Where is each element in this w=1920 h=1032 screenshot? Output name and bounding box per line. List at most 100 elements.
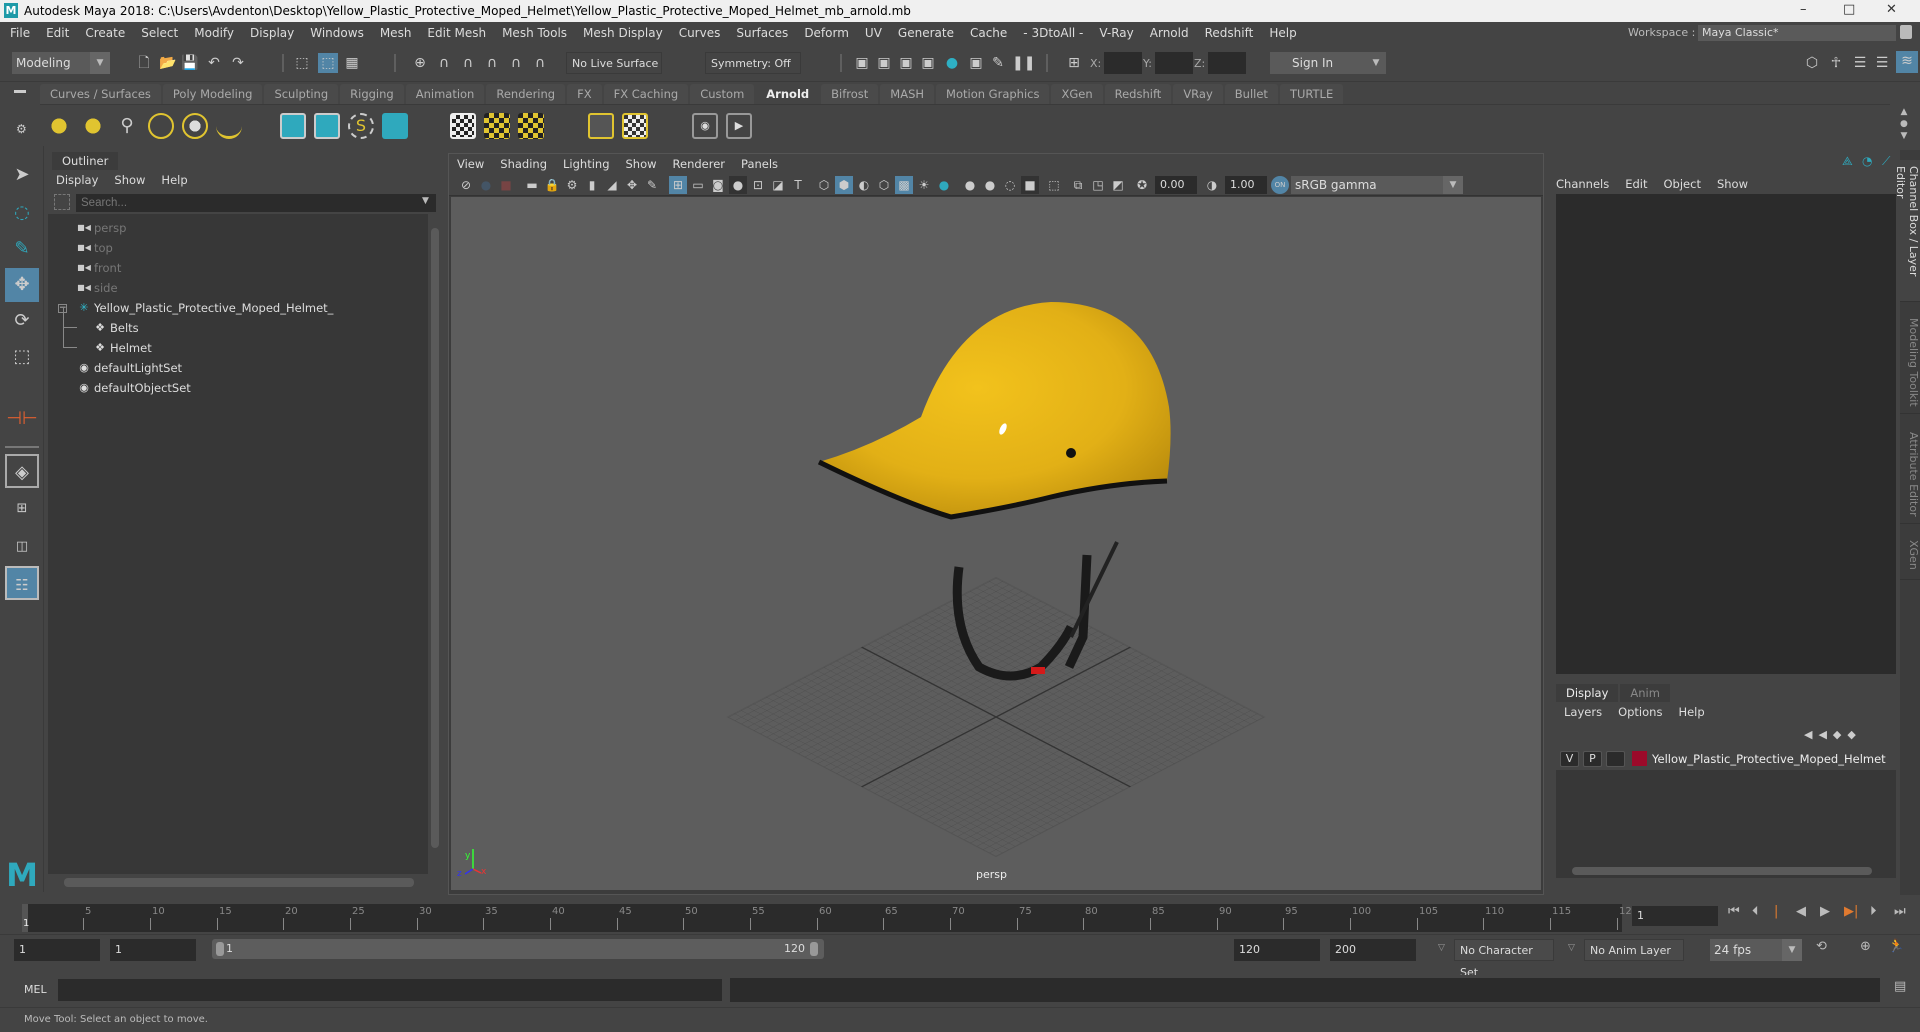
hypershade-icon[interactable]: ● [942,53,962,73]
open-scene-icon[interactable]: 📂 [158,53,178,73]
animation-end-field[interactable]: 200 [1330,939,1416,961]
redo-icon[interactable]: ↷ [228,53,248,73]
ipr-render-icon[interactable]: ▣ [896,53,916,73]
anim-layer-chevron-icon[interactable]: ▽ [1568,943,1575,953]
layer-tab-anim[interactable]: Anim [1620,684,1670,702]
gamma-field[interactable]: 1.00 [1225,176,1267,194]
render-view-arnold-icon[interactable] [450,113,476,139]
menu-help[interactable]: Help [1261,22,1304,44]
viewport-menu-lighting[interactable]: Lighting [555,154,617,174]
preview-icon[interactable]: ◉ [692,113,718,139]
workspace-select[interactable]: Maya Classic* [1698,25,1896,41]
menu-file[interactable]: File [2,22,38,44]
render-setup-icon[interactable]: ▣ [966,53,986,73]
menu-curves[interactable]: Curves [671,22,729,44]
shelf-tab-rigging[interactable]: Rigging [340,84,404,104]
xray-icon[interactable]: ⧉ [1069,176,1087,194]
viewport-menu-renderer[interactable]: Renderer [665,154,734,174]
character-set-select[interactable]: No Character Set [1454,939,1554,979]
outliner-menu-show[interactable]: Show [106,170,153,190]
attribute-editor-icon[interactable]: ☰ [1850,53,1870,73]
four-view-layout-icon[interactable]: ⊞ [5,492,39,526]
use-all-lights-icon[interactable]: ☀ [915,176,933,194]
flush-cache-icon[interactable] [518,113,544,139]
auto-key-icon[interactable]: ⊕ [1860,939,1871,954]
shelf-tab-turtle[interactable]: TURTLE [1279,84,1344,104]
shelf-menu-icon[interactable] [14,90,26,93]
standin-icon[interactable] [280,113,306,139]
tx-manager-icon[interactable] [484,113,510,139]
snap-curve-icon[interactable]: ∩ [434,53,454,73]
safe-action-icon[interactable]: ◪ [769,176,787,194]
layer-row[interactable]: V P Yellow_Plastic_Protective_Moped_Helm… [1556,748,1896,770]
shelf-tab-bifrost[interactable]: Bifrost [821,84,879,104]
outliner-item[interactable]: ■◀ persp [48,218,428,238]
film-gate-icon[interactable]: ▭ [689,176,707,194]
select-camera-icon[interactable]: ⊘ [457,176,475,194]
photometric-light-icon[interactable]: ⚲ [114,113,140,139]
menu-create[interactable]: Create [77,22,133,44]
outliner-horizontal-scrollbar[interactable] [52,876,428,888]
outliner-item[interactable]: ❖ Belts [48,308,428,338]
speed-icon[interactable]: ◔ [1862,154,1872,168]
x-field[interactable] [1104,52,1142,74]
range-slider-bar[interactable]: 1 120 [212,939,824,959]
rotate-tool-icon[interactable]: ⟳ [5,304,39,338]
step-forward-frame-icon[interactable]: ▶| [1844,904,1858,919]
select-tool-icon[interactable]: ➤ [5,158,39,192]
xray-joints-icon[interactable]: ◳ [1089,176,1107,194]
shelf-tab-custom[interactable]: Custom [690,84,755,104]
play-backwards-icon[interactable]: ◀ [1796,904,1806,919]
menu-deform[interactable]: Deform [796,22,857,44]
shelf-tab-motion-graphics[interactable]: Motion Graphics [936,84,1050,104]
screen-space-ao-icon[interactable]: ● [961,176,979,194]
shader-icon[interactable] [588,113,614,139]
default-material-icon[interactable]: ◐ [855,176,873,194]
lock-icon[interactable] [1900,25,1912,39]
command-input[interactable] [58,979,722,1001]
layer-type-toggle[interactable] [1606,751,1625,767]
shelf-tab-mash[interactable]: MASH [880,84,935,104]
anim-layer-select[interactable]: No Anim Layer [1584,939,1684,961]
select-component-icon[interactable]: ▦ [342,53,362,73]
graph-icon[interactable]: ⟋ [1882,154,1890,169]
side-tab-modeling-toolkit[interactable]: Modeling Toolkit [1900,312,1920,414]
sign-in-button[interactable]: Sign In ▼ [1270,52,1386,74]
menu-surfaces[interactable]: Surfaces [728,22,796,44]
channel-box-icon[interactable]: ≋ [1896,51,1918,73]
command-language-toggle[interactable]: MEL [24,983,47,996]
layer-color-swatch[interactable] [1632,751,1647,766]
outliner-item[interactable]: ■◀ front [48,258,428,278]
shelf-settings-icon[interactable]: ⚙ [16,122,27,136]
tool-settings-icon[interactable]: ☰ [1872,53,1892,73]
go-to-end-icon[interactable]: ⏭ [1894,904,1906,919]
lock-camera-icon[interactable]: 🔒 [543,176,561,194]
menu-select[interactable]: Select [133,22,186,44]
channel-menu-channels[interactable]: Channels [1548,174,1617,194]
side-tab-channel-box[interactable]: Channel Box / Layer Editor [1894,160,1920,302]
menu-arnold[interactable]: Arnold [1142,22,1197,44]
render-icon[interactable]: ▶ [726,113,752,139]
safe-title-icon[interactable]: T [789,176,807,194]
menu-redshift[interactable]: Redshift [1197,22,1262,44]
new-scene-icon[interactable]: 🗋 [134,53,154,73]
script-editor-icon[interactable]: ▤ [1894,979,1906,994]
snap-live-icon[interactable]: ∩ [506,53,526,73]
symmetry-select[interactable]: Symmetry: Off [705,52,801,74]
bookmark-icon[interactable]: ▮ [583,176,601,194]
transform-input-icon[interactable]: ⊞ [1064,53,1084,73]
light-portal-icon[interactable] [182,113,208,139]
playback-start-field[interactable]: 1 [110,939,196,961]
menu-set-select[interactable]: Modeling ▼ [12,52,110,74]
single-perspective-layout-icon[interactable]: ◈ [5,454,39,488]
shelf-tab-fx[interactable]: FX [567,84,602,104]
textured-icon[interactable]: ▩ [895,176,913,194]
field-chart-icon[interactable]: ⊡ [749,176,767,194]
shelf-tab-redshift[interactable]: Redshift [1104,84,1172,104]
grid-icon[interactable]: ⊞ [669,176,687,194]
layer-action-icons[interactable]: ◀◀◆◆ [1804,728,1862,741]
manipulator-icon[interactable]: ⟁ [1842,154,1853,169]
live-surface-field[interactable]: No Live Surface [566,52,662,74]
z-field[interactable] [1208,52,1246,74]
outliner-menu-display[interactable]: Display [48,170,106,190]
